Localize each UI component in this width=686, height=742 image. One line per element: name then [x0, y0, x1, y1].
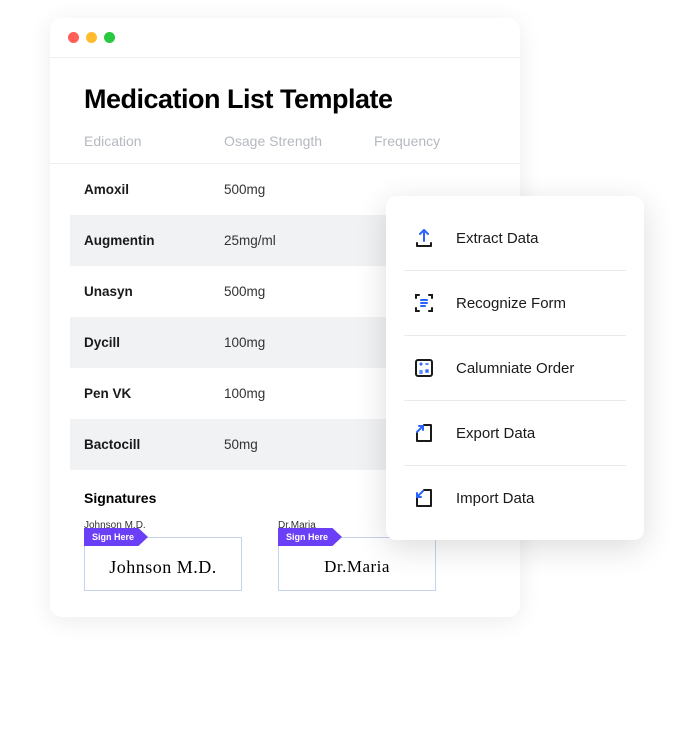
action-menu: Extract Data Recognize Form Calumniate O…	[386, 196, 644, 540]
cell-strength: 100mg	[224, 386, 374, 401]
signature-field[interactable]: Sign Here Johnson M.D.	[84, 537, 242, 591]
import-icon	[412, 486, 436, 510]
upload-icon	[412, 226, 436, 250]
close-icon[interactable]	[68, 32, 79, 43]
extract-data-button[interactable]: Extract Data	[386, 206, 644, 270]
table-header: Edication Osage Strength Frequency	[50, 133, 520, 163]
action-label: Recognize Form	[456, 295, 566, 312]
sign-here-tag[interactable]: Sign Here	[84, 528, 148, 546]
calumniate-order-button[interactable]: Calumniate Order	[386, 336, 644, 400]
maximize-icon[interactable]	[104, 32, 115, 43]
header-medication: Edication	[84, 133, 224, 149]
action-label: Extract Data	[456, 230, 539, 247]
action-label: Calumniate Order	[456, 360, 574, 377]
export-data-button[interactable]: Export Data	[386, 401, 644, 465]
window-titlebar	[50, 18, 520, 57]
cell-strength: 50mg	[224, 437, 374, 452]
cell-strength: 25mg/ml	[224, 233, 374, 248]
cell-strength: 500mg	[224, 284, 374, 299]
action-label: Export Data	[456, 425, 535, 442]
cell-strength: 500mg	[224, 182, 374, 197]
cell-name: Augmentin	[84, 233, 224, 248]
recognize-form-button[interactable]: Recognize Form	[386, 271, 644, 335]
calculate-icon	[412, 356, 436, 380]
cell-name: Dycill	[84, 335, 224, 350]
action-label: Import Data	[456, 490, 534, 507]
cell-name: Amoxil	[84, 182, 224, 197]
cell-name: Bactocill	[84, 437, 224, 452]
signature-text: Dr.Maria	[324, 557, 390, 577]
form-scan-icon	[412, 291, 436, 315]
cell-strength: 100mg	[224, 335, 374, 350]
header-strength: Osage Strength	[224, 133, 374, 149]
sign-here-tag[interactable]: Sign Here	[278, 528, 342, 546]
cell-name: Pen VK	[84, 386, 224, 401]
header-frequency: Frequency	[374, 133, 486, 149]
signature-field[interactable]: Sign Here Dr.Maria	[278, 537, 436, 591]
page-title: Medication List Template	[50, 58, 520, 133]
cell-name: Unasyn	[84, 284, 224, 299]
import-data-button[interactable]: Import Data	[386, 466, 644, 530]
export-icon	[412, 421, 436, 445]
signature-block: Johnson M.D. Sign Here Johnson M.D.	[84, 520, 242, 591]
minimize-icon[interactable]	[86, 32, 97, 43]
signature-text: Johnson M.D.	[109, 557, 217, 578]
